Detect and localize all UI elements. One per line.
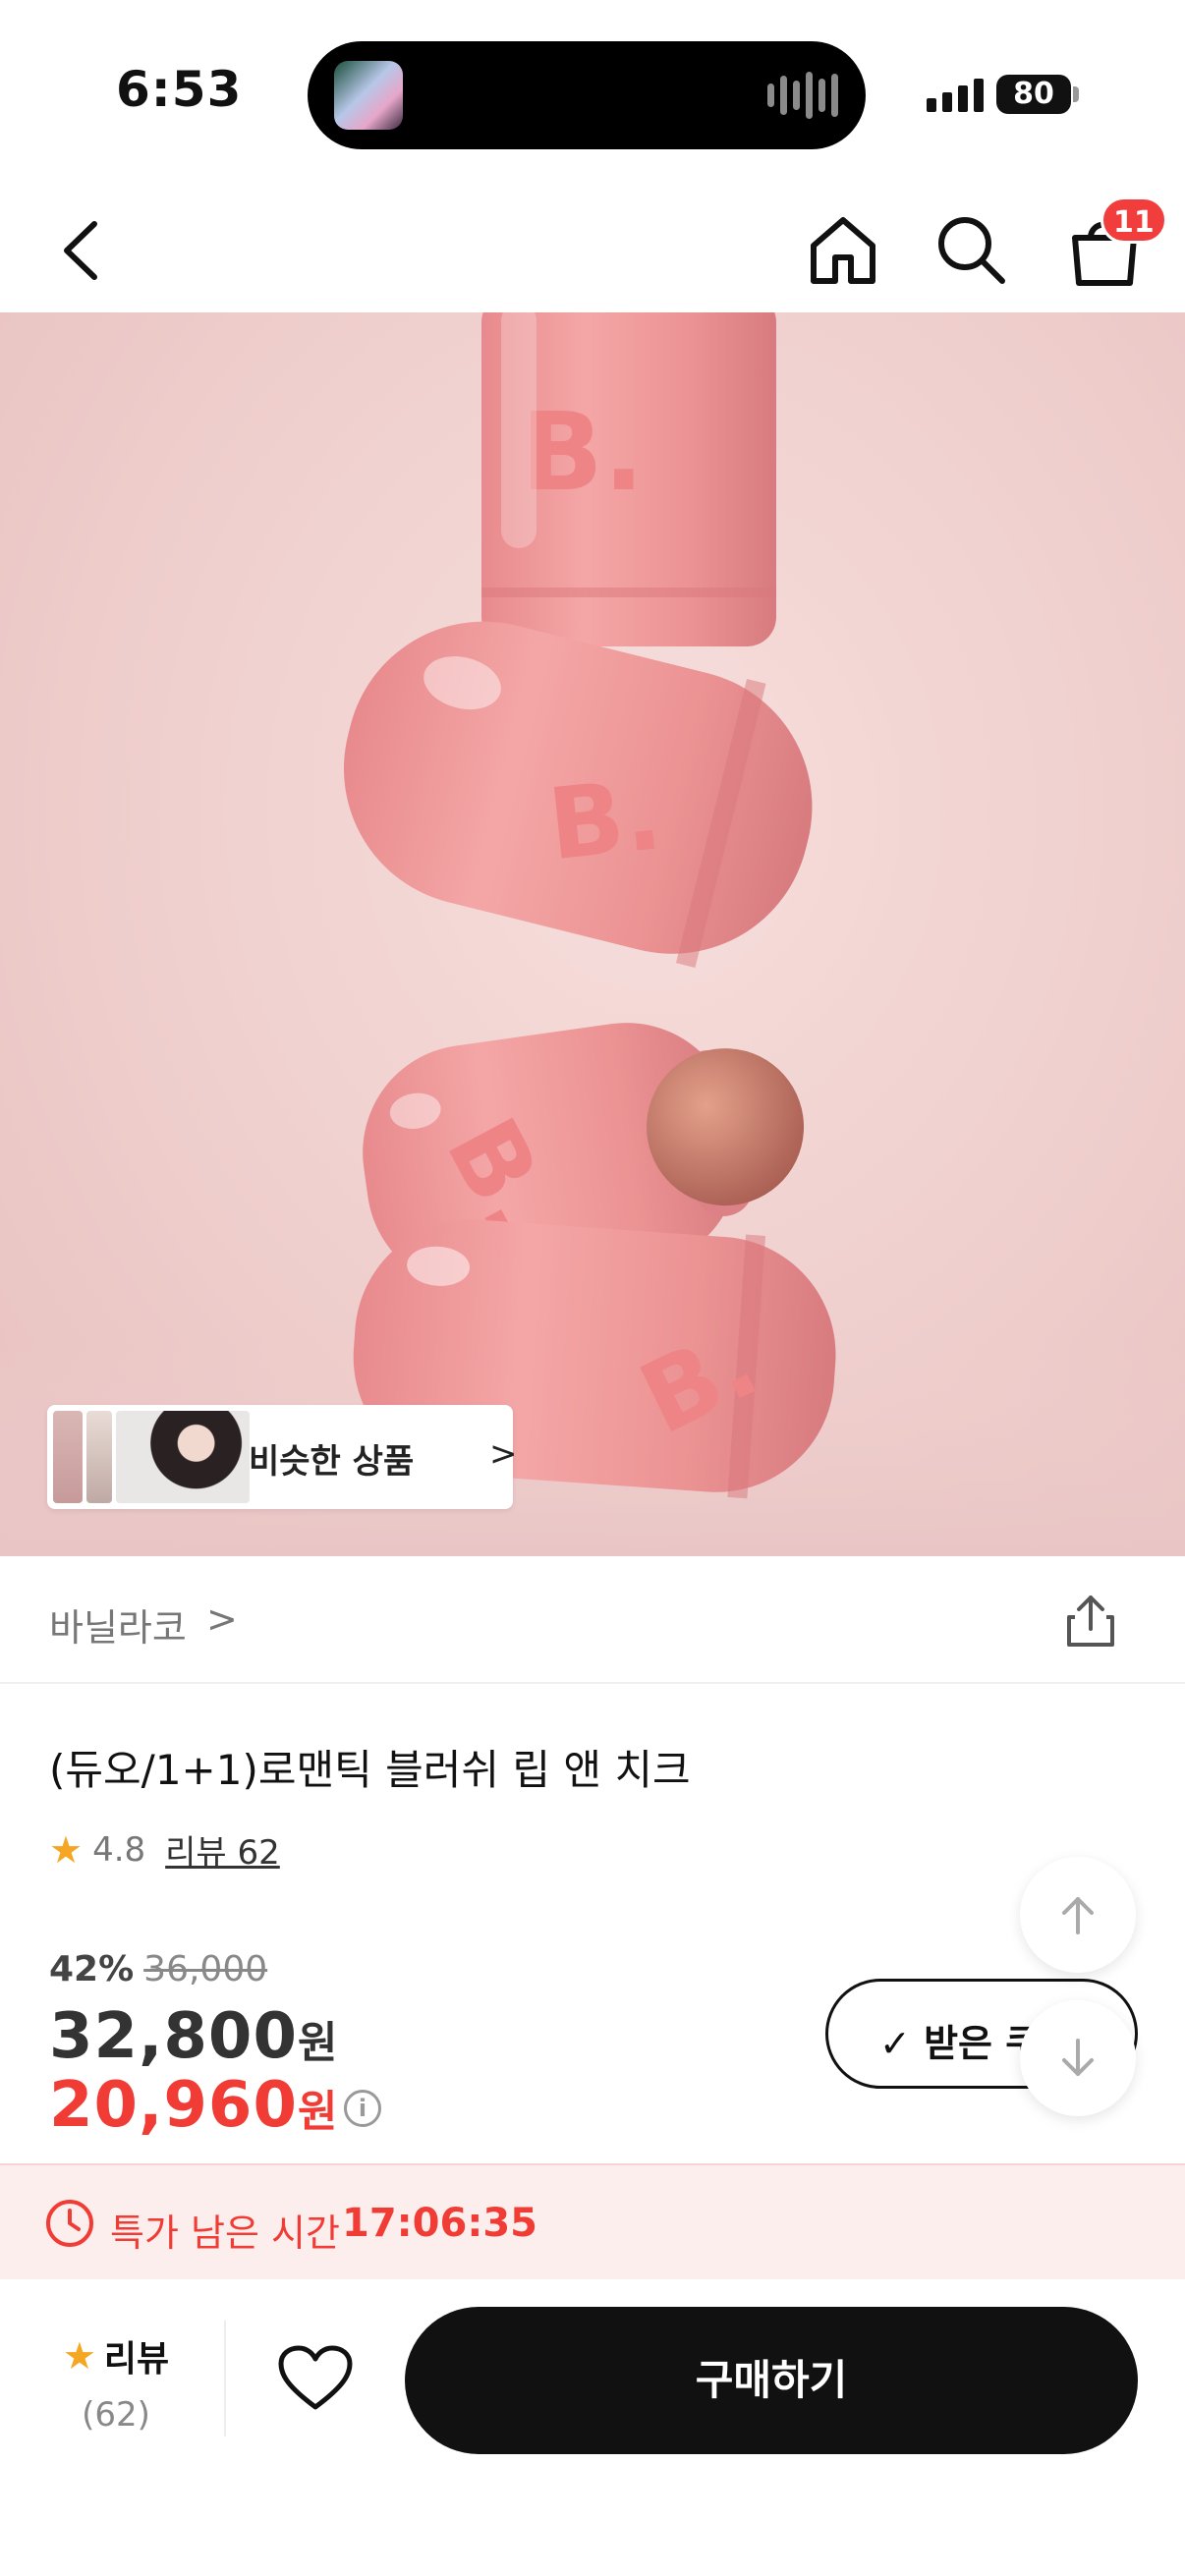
discount-row: 42% 36,000 (49, 1949, 267, 1989)
review-summary-button[interactable]: ★ 리뷰 (62) (57, 2330, 175, 2435)
cart-count-badge: 11 (1100, 196, 1167, 244)
product-photo: B. B. B. B. (0, 312, 1185, 1556)
discount-percent: 42% (49, 1949, 135, 1989)
review-summary-top: ★ 리뷰 (57, 2330, 175, 2381)
clock-icon (46, 2200, 93, 2247)
sale-price: 20,960원 i (49, 2069, 382, 2142)
scroll-up-button[interactable] (1020, 1857, 1136, 1973)
sale-price-unit: 원 (297, 2087, 339, 2137)
brand-row: 바닐라코 > (0, 1556, 1185, 1684)
status-bar: 6:53 80 (0, 0, 1185, 167)
price-unit: 원 (297, 2018, 339, 2068)
audio-waveform-icon (767, 71, 838, 120)
battery-icon: 80 (996, 75, 1071, 114)
now-playing-artwork (334, 61, 403, 130)
buy-button[interactable]: 구매하기 (405, 2307, 1138, 2454)
svg-text:B.: B. (521, 389, 645, 515)
star-icon: ★ (62, 2334, 96, 2378)
product-detail-page: 6:53 80 11 B. B. B. B. 비슷한 상품 > 바닐라코 > (… (0, 0, 1185, 2576)
status-time: 6:53 (116, 61, 243, 118)
signal-icon (927, 79, 984, 112)
divider (224, 2321, 226, 2436)
star-icon: ★ (49, 1827, 84, 1872)
deal-timer-countdown: 17:06:35 (342, 2201, 537, 2246)
arrow-up-icon (1062, 1897, 1094, 1934)
search-icon[interactable] (933, 212, 1008, 287)
original-price: 36,000 (143, 1949, 268, 1989)
similar-products-label: 비슷한 상품 (249, 1442, 415, 1482)
deal-timer-banner: 특가 남은 시간 17:06:35 (0, 2163, 1185, 2279)
brand-link[interactable]: 바닐라코 (49, 1597, 187, 1652)
bottom-action-bar: ★ 리뷰 (62) 구매하기 (0, 2279, 1185, 2576)
chevron-right-icon: > (489, 1434, 518, 1474)
coupon-label: ✓ 받은 쿠 (879, 2022, 1041, 2065)
home-icon[interactable] (806, 212, 880, 287)
rating-value: 4.8 (92, 1829, 146, 1870)
battery-tip (1073, 86, 1079, 102)
top-nav (0, 187, 1185, 314)
review-summary-label: 리뷰 (103, 2339, 170, 2380)
sale-price-value: 20,960 (49, 2069, 298, 2142)
rating-row: ★ 4.8 리뷰 62 (49, 1825, 280, 1874)
price: 32,800원 (49, 2000, 338, 2073)
similar-products-button[interactable]: 비슷한 상품 > (47, 1405, 518, 1509)
scroll-down-button[interactable] (1020, 2000, 1136, 2116)
back-arrow-icon[interactable] (51, 216, 120, 285)
deal-timer-label: 특가 남은 시간 (110, 2212, 340, 2255)
share-icon[interactable] (1061, 1592, 1120, 1651)
product-image-carousel[interactable]: B. B. B. B. (0, 312, 1185, 1556)
review-summary-count: (62) (82, 2395, 150, 2435)
chevron-right-icon: > (206, 1597, 238, 1641)
arrow-down-icon (1062, 2039, 1094, 2076)
price-value: 32,800 (49, 2000, 298, 2073)
svg-text:B.: B. (543, 756, 667, 882)
product-title: (듀오/1+1)로맨틱 블러쉬 립 앤 치크 (49, 1746, 691, 1794)
info-icon[interactable]: i (344, 2090, 382, 2128)
heart-icon[interactable] (277, 2344, 354, 2413)
dynamic-island[interactable] (308, 41, 866, 149)
review-link[interactable]: 리뷰 62 (165, 1825, 280, 1874)
similar-products-thumbnails (53, 1411, 250, 1503)
